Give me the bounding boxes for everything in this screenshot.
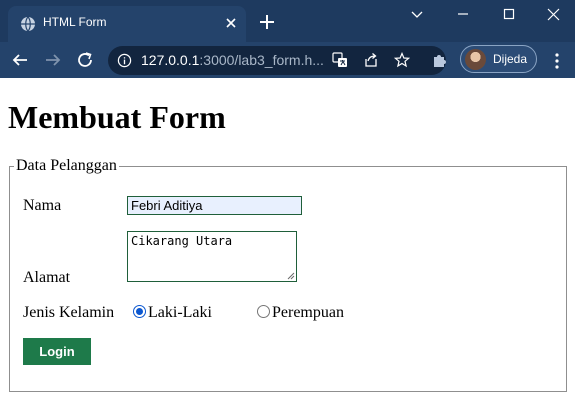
radio-perempuan[interactable] <box>257 305 270 318</box>
tab-title: HTML Form <box>43 15 107 29</box>
window-close-button[interactable] <box>530 0 575 28</box>
browser-tab[interactable]: HTML Form <box>8 6 246 42</box>
resize-grip-icon[interactable] <box>287 272 295 280</box>
radio-perempuan-label[interactable]: Perempuan <box>272 304 344 322</box>
window-close-icon <box>547 8 559 20</box>
avatar <box>465 49 486 70</box>
share-icon[interactable] <box>363 52 379 68</box>
radio-laki-laki-label[interactable]: Laki-Laki <box>148 304 212 322</box>
puzzle-icon[interactable] <box>431 51 449 69</box>
maximize-icon <box>503 8 515 20</box>
globe-icon <box>21 16 35 32</box>
profile-button[interactable]: Dijeda <box>460 45 537 73</box>
chevron-down-icon <box>411 11 423 18</box>
info-icon[interactable] <box>117 53 132 68</box>
back-arrow-icon <box>12 54 27 66</box>
profile-name: Dijeda <box>493 52 528 66</box>
tab-search-button[interactable] <box>394 0 440 28</box>
url-path: :3000/lab3_form.h... <box>199 52 324 68</box>
alamat-textarea[interactable]: Cikarang Utara <box>127 231 297 282</box>
fieldset-legend: Data Pelanggan <box>14 157 119 175</box>
kebab-menu-icon[interactable] <box>549 52 565 70</box>
star-icon[interactable] <box>394 52 410 68</box>
page-title: Membuat Form <box>8 99 226 135</box>
nama-label: Nama <box>23 197 62 214</box>
translate-icon[interactable] <box>332 52 348 68</box>
nama-input[interactable]: Febri Aditiya <box>127 196 302 215</box>
login-button[interactable]: Login <box>23 338 91 365</box>
url-host: 127.0.0.1 <box>141 52 200 68</box>
page-content: Membuat Form Data Pelanggan Nama Febri A… <box>0 78 575 407</box>
radio-laki-laki[interactable] <box>133 305 146 318</box>
reload-button[interactable] <box>75 50 95 70</box>
url-text[interactable]: 127.0.0.1:3000/lab3_form.h... <box>141 52 324 68</box>
alamat-value: Cikarang Utara <box>131 234 233 248</box>
reload-icon <box>78 52 92 67</box>
jenis-kelamin-label: Jenis Kelamin <box>23 304 115 321</box>
forward-arrow-icon <box>46 54 61 66</box>
minimize-icon <box>458 13 468 15</box>
close-icon[interactable] <box>222 14 240 32</box>
tab-bar: HTML Form <box>0 0 575 42</box>
alamat-label: Alamat <box>23 269 71 286</box>
minimize-button[interactable] <box>440 0 486 28</box>
back-button[interactable] <box>10 50 30 70</box>
plus-icon[interactable] <box>258 13 276 31</box>
address-bar[interactable]: 127.0.0.1:3000/lab3_form.h... <box>108 46 446 75</box>
maximize-button[interactable] <box>486 0 532 28</box>
browser-toolbar: 127.0.0.1:3000/lab3_form.h... Dijeda <box>0 42 575 78</box>
forward-button[interactable] <box>43 50 63 70</box>
